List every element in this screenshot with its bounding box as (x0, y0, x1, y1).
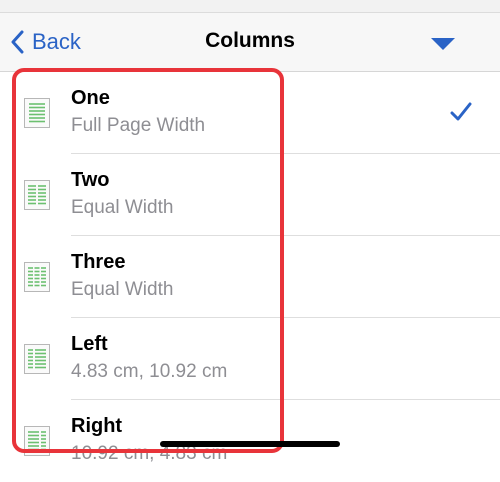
caret-down-icon[interactable] (430, 37, 456, 51)
status-bar-area (0, 0, 500, 13)
checkmark-icon (450, 102, 472, 121)
highlight-box (12, 68, 284, 453)
navigation-bar: Back Columns (0, 13, 500, 72)
home-indicator (160, 441, 340, 447)
page-title: Columns (205, 29, 295, 52)
